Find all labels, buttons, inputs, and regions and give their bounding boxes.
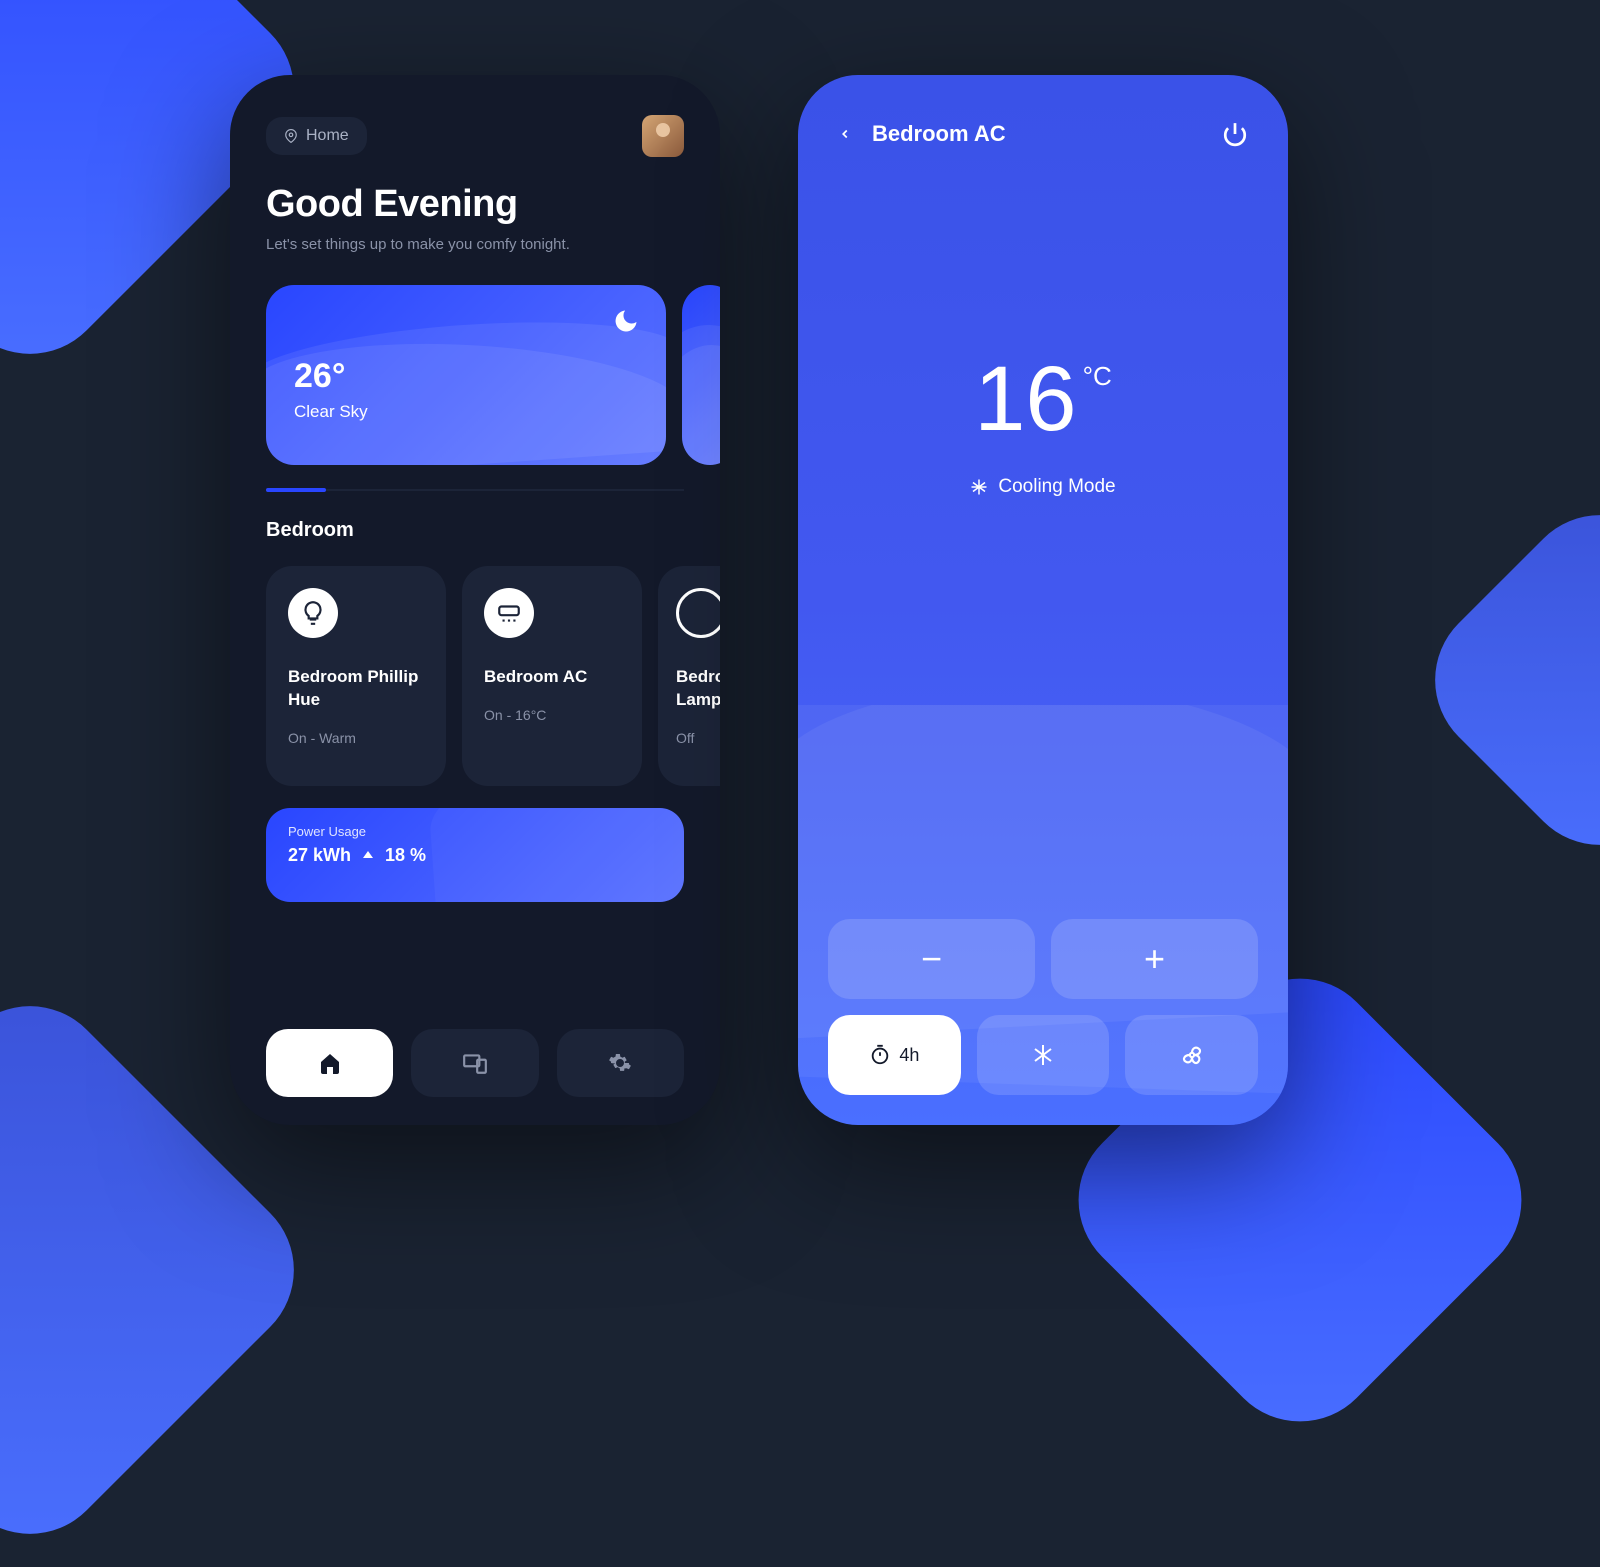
- ac-icon: [484, 588, 534, 638]
- snowflake-icon: [1031, 1043, 1055, 1067]
- fan-icon: [1179, 1042, 1205, 1068]
- device-name: Bedroom AC: [484, 666, 620, 689]
- ac-mode-label: Cooling Mode: [998, 476, 1115, 498]
- gear-icon: [608, 1051, 632, 1075]
- circle-icon: [676, 588, 720, 638]
- power-pct: 18 %: [385, 845, 426, 866]
- cool-mode-button[interactable]: [977, 1015, 1110, 1095]
- location-pin-icon: [284, 129, 298, 143]
- device-name: Bedroom Lamp: [676, 666, 720, 712]
- weather-card-next[interactable]: [682, 285, 720, 465]
- timer-button[interactable]: 4h: [828, 1015, 961, 1095]
- temp-up-button[interactable]: +: [1051, 919, 1258, 999]
- up-arrow-icon: [363, 851, 373, 861]
- bulb-icon: [288, 588, 338, 638]
- power-usage-label: Power Usage: [288, 824, 662, 839]
- power-kwh: 27 kWh: [288, 845, 351, 866]
- snowflake-icon: [970, 478, 988, 496]
- ac-temp: 16: [974, 347, 1076, 452]
- weather-temp: 26°: [294, 357, 638, 396]
- power-usage-card[interactable]: Power Usage 27 kWh 18 %: [266, 808, 684, 902]
- timer-label: 4h: [899, 1045, 919, 1066]
- nav-devices[interactable]: [411, 1029, 538, 1097]
- carousel-indicator: [266, 489, 684, 491]
- fan-mode-button[interactable]: [1125, 1015, 1258, 1095]
- device-detail-screen: Bedroom AC 16 °C Cooling Mode − + 4h: [798, 75, 1288, 1125]
- device-status: Off: [676, 730, 720, 746]
- weather-desc: Clear Sky: [294, 402, 638, 422]
- device-status: On - 16°C: [484, 707, 620, 723]
- avatar[interactable]: [642, 115, 684, 157]
- device-card-bulb[interactable]: Bedroom Phillip Hue On - Warm: [266, 566, 446, 786]
- device-status: On - Warm: [288, 730, 424, 746]
- device-card-lamp[interactable]: Bedroom Lamp Off: [658, 566, 720, 786]
- weather-card[interactable]: 26° Clear Sky: [266, 285, 666, 465]
- greeting-subtitle: Let's set things up to make you comfy to…: [266, 236, 684, 253]
- nav-home[interactable]: [266, 1029, 393, 1097]
- greeting-title: Good Evening: [266, 183, 684, 226]
- back-icon[interactable]: [838, 124, 852, 144]
- nav-settings[interactable]: [557, 1029, 684, 1097]
- home-screen: Home Good Evening Let's set things up to…: [230, 75, 720, 1125]
- temp-down-button[interactable]: −: [828, 919, 1035, 999]
- location-pill[interactable]: Home: [266, 117, 367, 155]
- room-label: Bedroom: [230, 491, 720, 542]
- device-title: Bedroom AC: [872, 121, 1006, 147]
- location-label: Home: [306, 127, 349, 145]
- stopwatch-icon: [869, 1044, 891, 1066]
- device-card-ac[interactable]: Bedroom AC On - 16°C: [462, 566, 642, 786]
- devices-icon: [462, 1050, 488, 1076]
- device-name: Bedroom Phillip Hue: [288, 666, 424, 712]
- ac-unit: °C: [1083, 361, 1112, 392]
- home-icon: [318, 1051, 342, 1075]
- power-icon[interactable]: [1222, 121, 1248, 147]
- bottom-nav: [266, 1029, 684, 1097]
- moon-icon: [612, 307, 640, 340]
- bg-shape: [1402, 482, 1600, 878]
